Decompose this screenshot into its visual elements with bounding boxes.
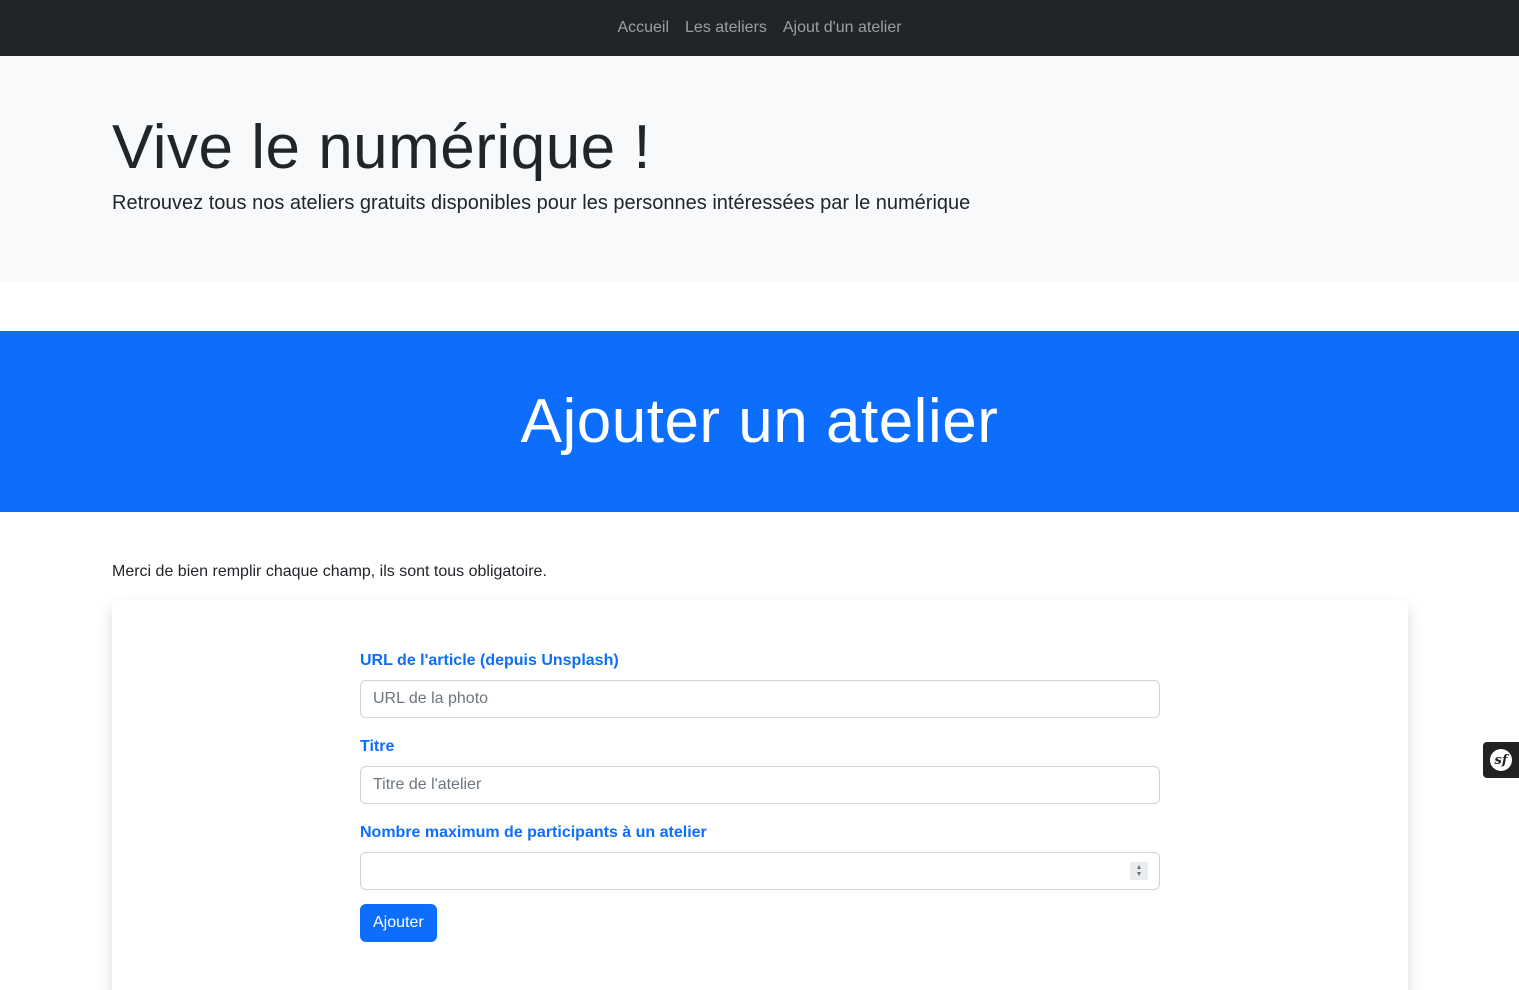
page-banner: Ajouter un atelier (0, 331, 1519, 512)
symfony-logo-icon: sf (1490, 749, 1512, 771)
hero-title: Vive le numérique ! (112, 113, 652, 182)
hero-lead: Retrouvez tous nos ateliers gratuits dis… (112, 192, 971, 214)
add-workshop-form: URL de l'article (depuis Unsplash) Titre… (360, 652, 1160, 942)
nav-link-ajout-atelier[interactable]: Ajout d'un atelier (775, 11, 910, 45)
title-input[interactable] (360, 766, 1160, 804)
number-stepper[interactable]: ▲ ▼ (1130, 862, 1148, 880)
max-participants-wrapper: ▲ ▼ (360, 852, 1160, 910)
submit-button[interactable]: Ajouter (360, 904, 437, 942)
symfony-debug-toolbar[interactable]: sf (1483, 742, 1519, 778)
title-label: Titre (360, 738, 395, 755)
max-participants-label: Nombre maximum de participants à un atel… (360, 824, 707, 841)
form-card: URL de l'article (depuis Unsplash) Titre… (112, 600, 1408, 990)
url-label: URL de l'article (depuis Unsplash) (360, 652, 619, 669)
nav-link-accueil[interactable]: Accueil (609, 11, 677, 45)
chevron-down-icon[interactable]: ▼ (1136, 871, 1143, 878)
chevron-up-icon[interactable]: ▲ (1136, 864, 1143, 871)
banner-title: Ajouter un atelier (520, 387, 999, 456)
max-participants-input[interactable] (360, 852, 1160, 890)
hero-jumbotron: Vive le numérique ! Retrouvez tous nos a… (0, 56, 1519, 282)
form-instructions: Merci de bien remplir chaque champ, ils … (112, 563, 547, 580)
top-navbar: Accueil Les ateliers Ajout d'un atelier (0, 0, 1519, 56)
nav-link-ateliers[interactable]: Les ateliers (677, 11, 775, 45)
url-input[interactable] (360, 680, 1160, 718)
